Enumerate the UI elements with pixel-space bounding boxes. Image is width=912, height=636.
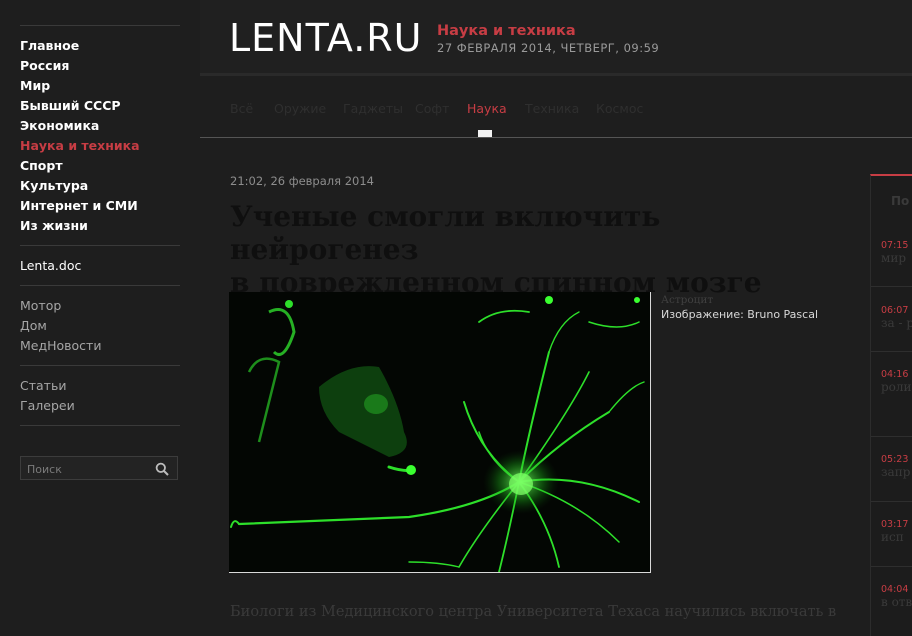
sidebar-item-byvshiy-sssr[interactable]: Бывший СССР (20, 98, 121, 114)
sidebar-item-lenta-doc[interactable]: Lenta.doc (20, 258, 81, 274)
article-timestamp: 21:02, 26 февраля 2014 (230, 174, 374, 188)
sidebar-item-kultura[interactable]: Культура (20, 178, 88, 194)
news-text: запр (881, 465, 911, 479)
divider (871, 566, 912, 567)
divider (871, 351, 912, 352)
news-text: в отв (881, 595, 912, 609)
tab-nauka[interactable]: Наука (467, 101, 507, 116)
divider (20, 425, 180, 426)
news-item[interactable]: 06:07 за - р (881, 305, 912, 330)
divider (871, 501, 912, 502)
search-icon[interactable] (155, 462, 169, 476)
search-box (20, 456, 178, 481)
news-item[interactable]: 04:16 роли (881, 369, 912, 394)
sidebar: Главное Россия Мир Бывший СССР Экономика… (0, 0, 200, 621)
tab-tekhnika[interactable]: Техника (525, 101, 579, 116)
news-time: 04:16 (881, 369, 909, 380)
news-column: По 07:15 мир 06:07 за - р 04:16 роли 05:… (870, 174, 912, 636)
divider (20, 365, 180, 366)
active-tab-marker (478, 130, 492, 137)
news-time: 06:07 (881, 305, 909, 316)
sidebar-item-sport[interactable]: Спорт (20, 158, 63, 174)
tab-oruzhie[interactable]: Оружие (274, 101, 326, 116)
tab-vse[interactable]: Всё (230, 101, 253, 116)
tab-soft[interactable]: Софт (415, 101, 449, 116)
astrocyte-image (229, 292, 650, 572)
sidebar-item-mednovosti[interactable]: МедНовости (20, 338, 101, 354)
news-text: исп (881, 530, 904, 544)
divider (20, 245, 180, 246)
sidebar-item-motor[interactable]: Мотор (20, 298, 61, 314)
article-title-line: Ученые смогли включить нейрогенез (230, 200, 661, 266)
divider (871, 436, 912, 437)
sidebar-item-nauka-i-tekhnika[interactable]: Наука и техника (20, 138, 140, 154)
sidebar-item-dom[interactable]: Дом (20, 318, 47, 334)
news-item[interactable]: 03:17 исп (881, 519, 912, 544)
divider (20, 25, 180, 26)
image-caption: Астроцит (661, 294, 714, 306)
news-text: роли (881, 380, 912, 394)
news-time: 07:15 (881, 240, 909, 251)
tab-kosmos[interactable]: Космос (596, 101, 643, 116)
news-time: 04:04 (881, 584, 909, 595)
news-time: 03:17 (881, 519, 909, 530)
image-credit: Изображение: Bruno Pascal (661, 308, 818, 321)
news-time: 05:23 (881, 454, 909, 465)
article-lead: Биологи из Медицинского центра Университ… (230, 604, 837, 620)
search-input[interactable] (21, 457, 159, 481)
current-datetime: 27 ФЕВРАЛЯ 2014, ЧЕТВЕРГ, 09:59 (437, 41, 660, 55)
divider (200, 137, 912, 138)
tab-gadzhety[interactable]: Гаджеты (343, 101, 403, 116)
sidebar-item-internet-i-smi[interactable]: Интернет и СМИ (20, 198, 138, 214)
divider (20, 285, 180, 286)
divider (871, 286, 912, 287)
sidebar-item-ekonomika[interactable]: Экономика (20, 118, 99, 134)
section-title[interactable]: Наука и техника (437, 23, 576, 39)
sidebar-item-stati[interactable]: Статьи (20, 378, 66, 394)
article-title: Ученые смогли включить нейрогенез в повр… (230, 200, 830, 299)
sidebar-item-glavnoe[interactable]: Главное (20, 38, 79, 54)
news-item[interactable]: 05:23 запр (881, 454, 912, 479)
sidebar-item-galerei[interactable]: Галереи (20, 398, 75, 414)
news-text: за - р (881, 316, 912, 330)
site-logo[interactable]: LENTA.RU (229, 16, 423, 60)
news-text: мир (881, 251, 907, 265)
news-column-heading: По (891, 194, 910, 208)
sidebar-item-mir[interactable]: Мир (20, 78, 50, 94)
article-image[interactable] (229, 292, 651, 573)
news-item[interactable]: 07:15 мир (881, 240, 912, 265)
sidebar-item-iz-zhizni[interactable]: Из жизни (20, 218, 88, 234)
sidebar-item-rossiya[interactable]: Россия (20, 58, 69, 74)
news-item[interactable]: 04:04 в отв (881, 584, 912, 609)
site-header: LENTA.RU Наука и техника 27 ФЕВРАЛЯ 2014… (200, 0, 912, 74)
